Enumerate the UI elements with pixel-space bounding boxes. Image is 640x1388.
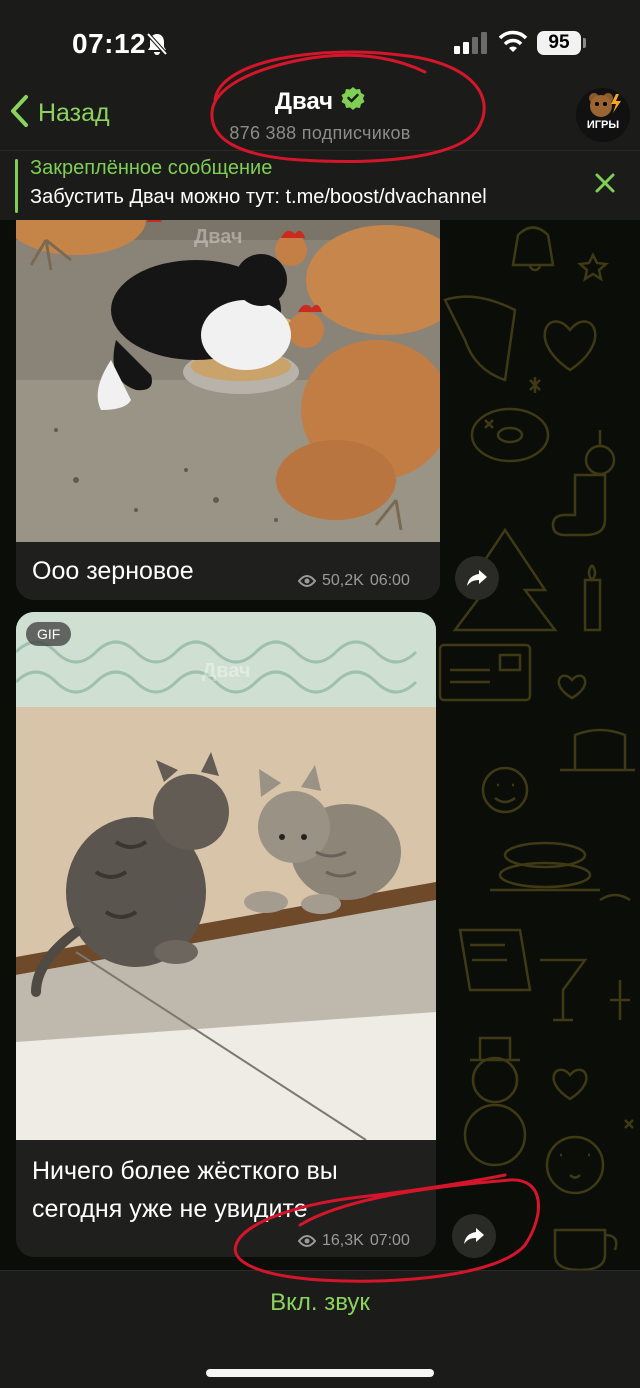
share-arrow-icon [464, 1228, 484, 1244]
message-time: 06:00 [369, 572, 410, 589]
message-bubble[interactable]: Двач Ооо зерновое 50,2K 06:00 [16, 180, 440, 600]
cellular-signal-icon [454, 32, 488, 59]
battery-icon: 95 [537, 31, 581, 55]
share-button[interactable] [452, 1214, 496, 1258]
gif-badge: GIF [26, 622, 72, 646]
channel-avatar[interactable]: ИГРЫ [576, 88, 630, 142]
subscriber-count: 876 388 подписчиков [229, 123, 411, 143]
view-count: 16,3K [322, 1232, 364, 1249]
video-media[interactable]: Двач [16, 180, 440, 542]
bottom-bar: Вкл. звук [0, 1270, 640, 1388]
message-bubble[interactable]: GIF Двач Ничего более жёсткого вы сегодн… [16, 612, 436, 1257]
channel-name: Двач [274, 87, 334, 115]
gif-watermark: Двач [202, 660, 251, 682]
video-watermark: Двач [194, 226, 243, 248]
back-label: Назад [38, 99, 110, 127]
eye-icon [298, 575, 316, 587]
gif-media[interactable]: GIF Двач [16, 612, 436, 1140]
pinned-text: Забустить Двач можно тут: t.me/boost/dva… [30, 186, 487, 208]
home-indicator [206, 1369, 434, 1377]
bell-slash-icon [146, 32, 168, 61]
channel-title: Двач [275, 86, 365, 117]
share-button[interactable] [455, 556, 499, 600]
wifi-icon [498, 30, 528, 59]
pinned-title: Закреплённое сообщение [30, 157, 273, 179]
view-count: 50,2K [322, 572, 364, 589]
caption-line-2: сегодня уже не увидите [32, 1195, 308, 1223]
eye-icon [298, 1235, 316, 1247]
chevron-left-icon [8, 94, 32, 133]
top-header: 07:12 95 Назад Двач 876 388 подписчиков … [0, 0, 640, 150]
unmute-button[interactable]: Вкл. звук [0, 1289, 640, 1317]
status-time: 07:12 [72, 28, 147, 59]
channel-title-area[interactable]: Двач 876 388 подписчиков [150, 86, 490, 144]
close-pinned-icon[interactable] [592, 170, 618, 201]
caption-line-1: Ничего более жёсткого вы [32, 1157, 338, 1185]
message-caption: Ничего более жёсткого вы сегодня уже не … [32, 1152, 338, 1228]
share-arrow-icon [467, 570, 487, 586]
avatar-label: ИГРЫ [586, 119, 620, 131]
message-meta: 50,2K 06:00 [298, 572, 410, 590]
message-time: 07:00 [369, 1232, 410, 1249]
verified-badge-icon [341, 86, 365, 117]
pinned-indicator [15, 159, 18, 213]
back-button[interactable]: Назад [8, 94, 110, 133]
pinned-message-bar[interactable]: Закреплённое сообщение Забустить Двач мо… [0, 150, 640, 220]
message-meta: 16,3K 07:00 [298, 1232, 410, 1250]
message-caption: Ооо зерновое [32, 557, 194, 585]
battery-tip [583, 38, 586, 48]
